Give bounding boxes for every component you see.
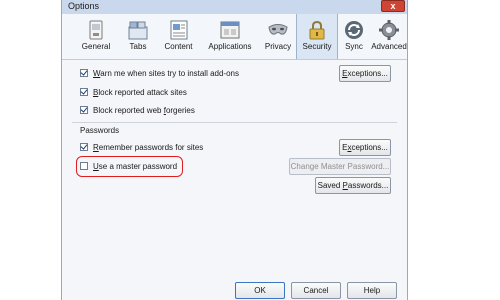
content-icon: [170, 20, 187, 40]
tab-advanced[interactable]: Advanced: [370, 14, 408, 59]
block-attack-checkbox[interactable]: [80, 88, 88, 96]
change-master-password-button[interactable]: Change Master Password...: [289, 158, 391, 175]
title-bar: Options x: [62, 0, 407, 14]
tab-applications-label: Applications: [208, 42, 252, 51]
general-icon: [89, 20, 103, 40]
tab-sync[interactable]: Sync: [338, 14, 370, 59]
options-window: Options x General Tabs Content Applicati…: [61, 0, 408, 300]
remember-passwords-checkbox[interactable]: [80, 143, 88, 151]
tab-content-label: Content: [164, 42, 193, 51]
tabs-icon: [128, 21, 148, 40]
block-attack-option[interactable]: Block reported attack sites: [80, 86, 187, 98]
cancel-button[interactable]: Cancel: [291, 282, 341, 299]
tab-tabs-label: Tabs: [129, 42, 147, 51]
saved-passwords-button[interactable]: Saved Passwords...: [315, 177, 391, 194]
options-toolbar: General Tabs Content Applications Privac…: [62, 14, 407, 60]
block-forgeries-checkbox[interactable]: [80, 106, 88, 114]
applications-icon: [220, 21, 240, 39]
tab-security-label: Security: [302, 42, 332, 51]
privacy-mask-icon: [268, 24, 288, 35]
password-exceptions-button[interactable]: Exceptions...: [339, 139, 391, 156]
close-icon: x: [390, 1, 396, 11]
ok-button[interactable]: OK: [235, 282, 285, 299]
tab-privacy-label: Privacy: [264, 42, 292, 51]
warn-addons-label: Warn me when sites try to install add-on…: [93, 68, 239, 78]
tab-tabs[interactable]: Tabs: [119, 14, 157, 59]
highlight-annotation: [76, 156, 183, 177]
sync-icon: [345, 21, 363, 39]
block-forgeries-option[interactable]: Block reported web forgeries: [80, 104, 195, 116]
addons-exceptions-button[interactable]: Exceptions...: [339, 65, 391, 82]
tab-privacy[interactable]: Privacy: [260, 14, 296, 59]
tab-security[interactable]: Security: [296, 14, 338, 59]
tab-sync-label: Sync: [345, 42, 363, 51]
remember-passwords-label: Remember passwords for sites: [93, 142, 204, 152]
advanced-gear-icon: [379, 20, 399, 40]
remember-passwords-option[interactable]: Remember passwords for sites: [80, 141, 203, 153]
window-title: Options: [68, 1, 100, 11]
warn-addons-option[interactable]: Warn me when sites try to install add-on…: [80, 67, 239, 79]
separator: [72, 122, 397, 123]
tab-content[interactable]: Content: [157, 14, 200, 59]
tab-advanced-label: Advanced: [371, 42, 407, 51]
tab-general-label: General: [81, 42, 111, 51]
passwords-section-title: Passwords: [80, 126, 120, 135]
warn-addons-checkbox[interactable]: [80, 69, 88, 77]
tab-general[interactable]: General: [73, 14, 119, 59]
block-forgeries-label: Block reported web forgeries: [93, 105, 195, 115]
security-lock-icon: [309, 20, 325, 40]
tab-applications[interactable]: Applications: [200, 14, 260, 59]
block-attack-label: Block reported attack sites: [93, 87, 187, 97]
help-button[interactable]: Help: [347, 282, 397, 299]
close-button[interactable]: x: [381, 0, 405, 12]
